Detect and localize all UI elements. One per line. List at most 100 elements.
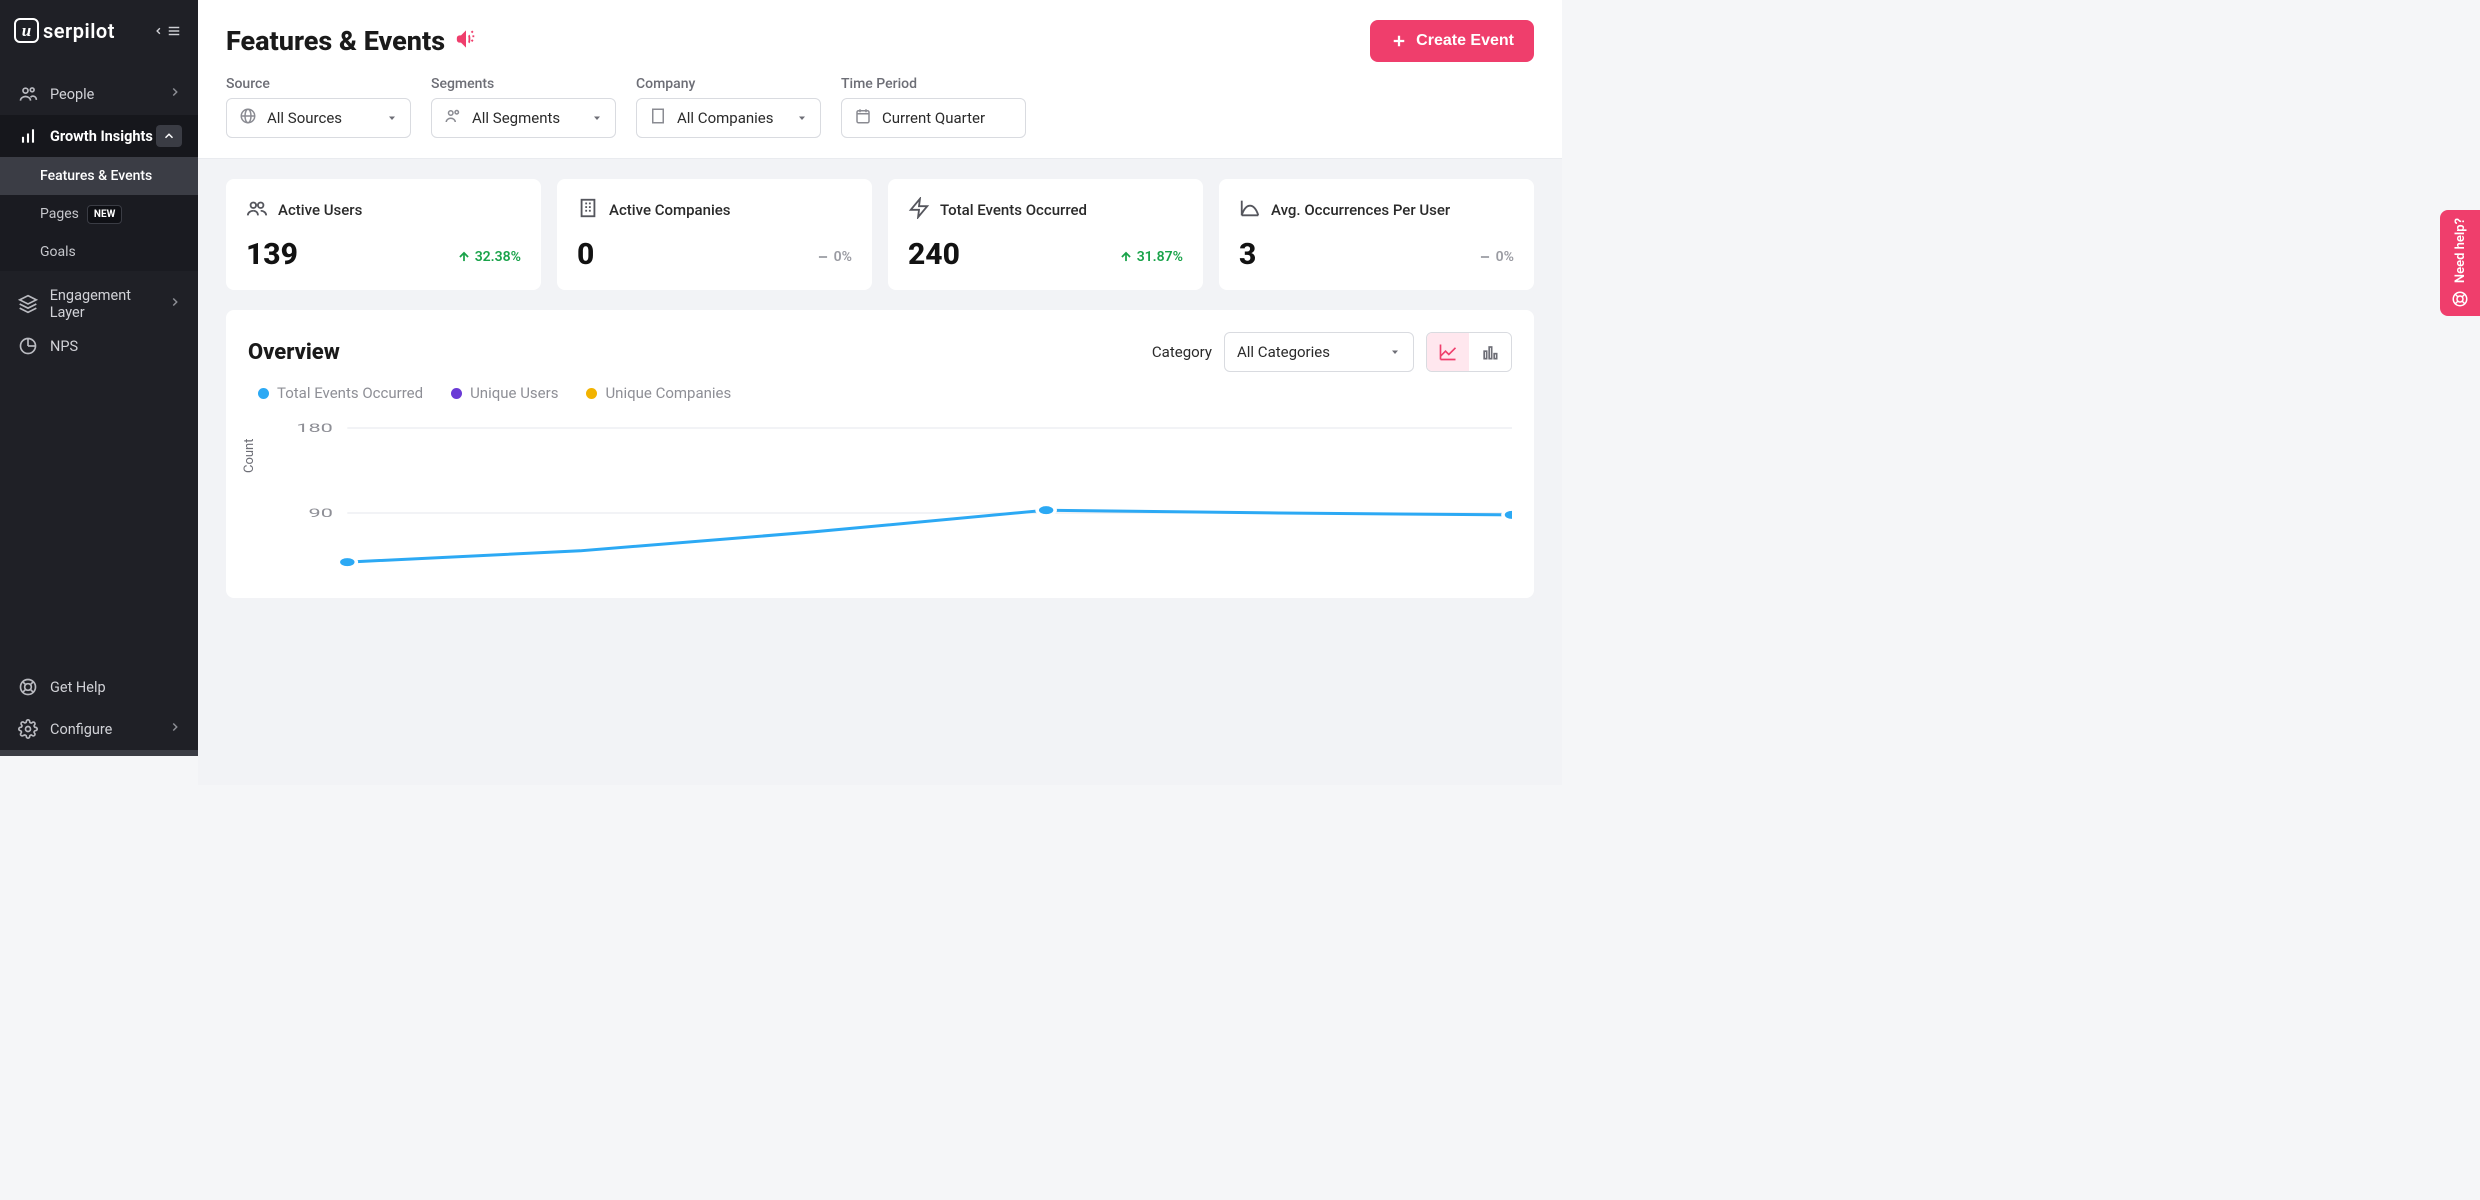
filter-label-segments: Segments — [431, 76, 616, 92]
distribution-icon — [1239, 197, 1261, 223]
lifebuoy-icon — [16, 677, 40, 697]
category-dropdown[interactable]: All Categories — [1224, 332, 1414, 372]
dropdown-value: All Categories — [1237, 343, 1379, 361]
dropdown-value: Current Quarter — [882, 109, 1013, 127]
chevron-right-icon — [168, 85, 182, 103]
category-label: Category — [1152, 343, 1212, 361]
caret-down-icon — [796, 109, 808, 128]
chart-type-toggle — [1426, 332, 1512, 372]
users-icon — [246, 197, 268, 223]
dash-icon — [816, 250, 830, 264]
stat-value: 0 — [577, 237, 594, 272]
line-chart-toggle[interactable] — [1427, 333, 1469, 371]
nav-item-growth-insights[interactable]: Growth Insights — [0, 115, 198, 157]
stat-value: 240 — [908, 237, 960, 272]
stat-title: Active Companies — [609, 201, 731, 220]
legend-label: Total Events Occurred — [277, 384, 423, 402]
legend-dot — [586, 388, 597, 399]
chart-area: Count 180 90 — [248, 408, 1512, 598]
sidebar: u serpilot People Growth Insights — [0, 0, 198, 756]
segments-dropdown[interactable]: All Segments — [431, 98, 616, 138]
filters-bar: Source All Sources Segments All Segments — [198, 72, 1562, 159]
svg-text:180: 180 — [296, 422, 333, 436]
nav-label: Growth Insights — [50, 128, 156, 145]
need-help-tab[interactable]: Need help? — [2440, 210, 2480, 316]
chevron-left-icon — [153, 24, 164, 38]
legend-dot — [451, 388, 462, 399]
source-dropdown[interactable]: All Sources — [226, 98, 411, 138]
bar-chart-icon — [16, 126, 40, 146]
chart-legend: Total Events Occurred Unique Users Uniqu… — [248, 384, 1512, 402]
line-chart-icon — [1438, 342, 1458, 362]
filter-label-time-period: Time Period — [841, 76, 1026, 92]
stat-value: 3 — [1239, 237, 1256, 272]
filter-label-source: Source — [226, 76, 411, 92]
people-icon — [16, 84, 40, 104]
plus-icon — [1390, 32, 1408, 50]
sidebar-collapse-button[interactable] — [153, 24, 182, 38]
logo-text: serpilot — [43, 19, 115, 43]
nav-label: Configure — [50, 721, 168, 738]
nav-bottom: Get Help Configure — [0, 666, 198, 756]
nav-subitem-label: Features & Events — [40, 168, 152, 184]
globe-icon — [239, 107, 257, 129]
line-chart: 180 90 — [248, 408, 1512, 598]
nav-subitem-pages[interactable]: Pages NEW — [0, 195, 198, 233]
nav-item-people[interactable]: People — [0, 73, 198, 115]
caret-down-icon — [1389, 343, 1401, 362]
overview-title: Overview — [248, 340, 340, 365]
nav-subitems: Features & Events Pages NEW Goals — [0, 157, 198, 271]
gear-icon — [16, 719, 40, 739]
nav-item-engagement-layer[interactable]: Engagement Layer — [0, 283, 198, 325]
logo-mark: u — [14, 18, 39, 43]
caret-down-icon — [591, 109, 603, 128]
svg-text:90: 90 — [309, 507, 333, 521]
dash-icon — [1478, 250, 1492, 264]
time-period-dropdown[interactable]: Current Quarter — [841, 98, 1026, 138]
bar-chart-toggle[interactable] — [1469, 333, 1511, 371]
create-event-button[interactable]: Create Event — [1370, 20, 1534, 62]
overview-card: Overview Category All Categories — [226, 310, 1534, 598]
nav-item-nps[interactable]: NPS — [0, 325, 198, 367]
nav-label: NPS — [50, 338, 182, 355]
stat-delta: 32.38% — [457, 249, 521, 265]
nav-item-get-help[interactable]: Get Help — [0, 666, 198, 708]
bolt-icon — [908, 197, 930, 223]
logo[interactable]: u serpilot — [14, 18, 115, 43]
stat-title: Avg. Occurrences Per User — [1271, 201, 1450, 220]
layers-icon — [16, 294, 40, 314]
page-title: Features & Events — [226, 25, 445, 57]
nav-subitem-goals[interactable]: Goals — [0, 233, 198, 271]
create-event-label: Create Event — [1416, 32, 1514, 50]
stat-title: Total Events Occurred — [940, 201, 1087, 220]
stat-card-active-users: Active Users 139 32.38% — [226, 179, 541, 290]
nav-item-configure[interactable]: Configure — [0, 708, 198, 750]
users-icon — [444, 107, 462, 129]
legend-item[interactable]: Unique Companies — [586, 384, 731, 402]
calendar-icon — [854, 107, 872, 129]
lifebuoy-icon — [2451, 290, 2469, 308]
menu-icon — [166, 24, 182, 38]
chevron-up-icon — [156, 125, 182, 147]
gauge-icon — [16, 336, 40, 356]
dropdown-value: All Companies — [677, 109, 786, 127]
overview-header: Overview Category All Categories — [248, 332, 1512, 372]
legend-item[interactable]: Unique Users — [451, 384, 558, 402]
new-badge: NEW — [87, 205, 122, 224]
caret-down-icon — [386, 109, 398, 128]
chart-y-axis-title: Count — [242, 439, 257, 473]
legend-item[interactable]: Total Events Occurred — [258, 384, 423, 402]
stat-delta: 0% — [1478, 249, 1514, 265]
stat-title: Active Users — [278, 201, 362, 220]
nav-subitem-features-events[interactable]: Features & Events — [0, 157, 198, 195]
nav-subitem-label: Pages — [40, 206, 79, 222]
nav: People Growth Insights Features & Events… — [0, 65, 198, 367]
overview-controls: Category All Categories — [1152, 332, 1512, 372]
company-dropdown[interactable]: All Companies — [636, 98, 821, 138]
chevron-right-icon — [168, 295, 182, 313]
dropdown-value: All Sources — [267, 109, 376, 127]
sidebar-header: u serpilot — [0, 0, 198, 65]
building-icon — [649, 107, 667, 129]
stat-card-active-companies: Active Companies 0 0% — [557, 179, 872, 290]
stat-card-avg-occurrences: Avg. Occurrences Per User 3 0% — [1219, 179, 1534, 290]
